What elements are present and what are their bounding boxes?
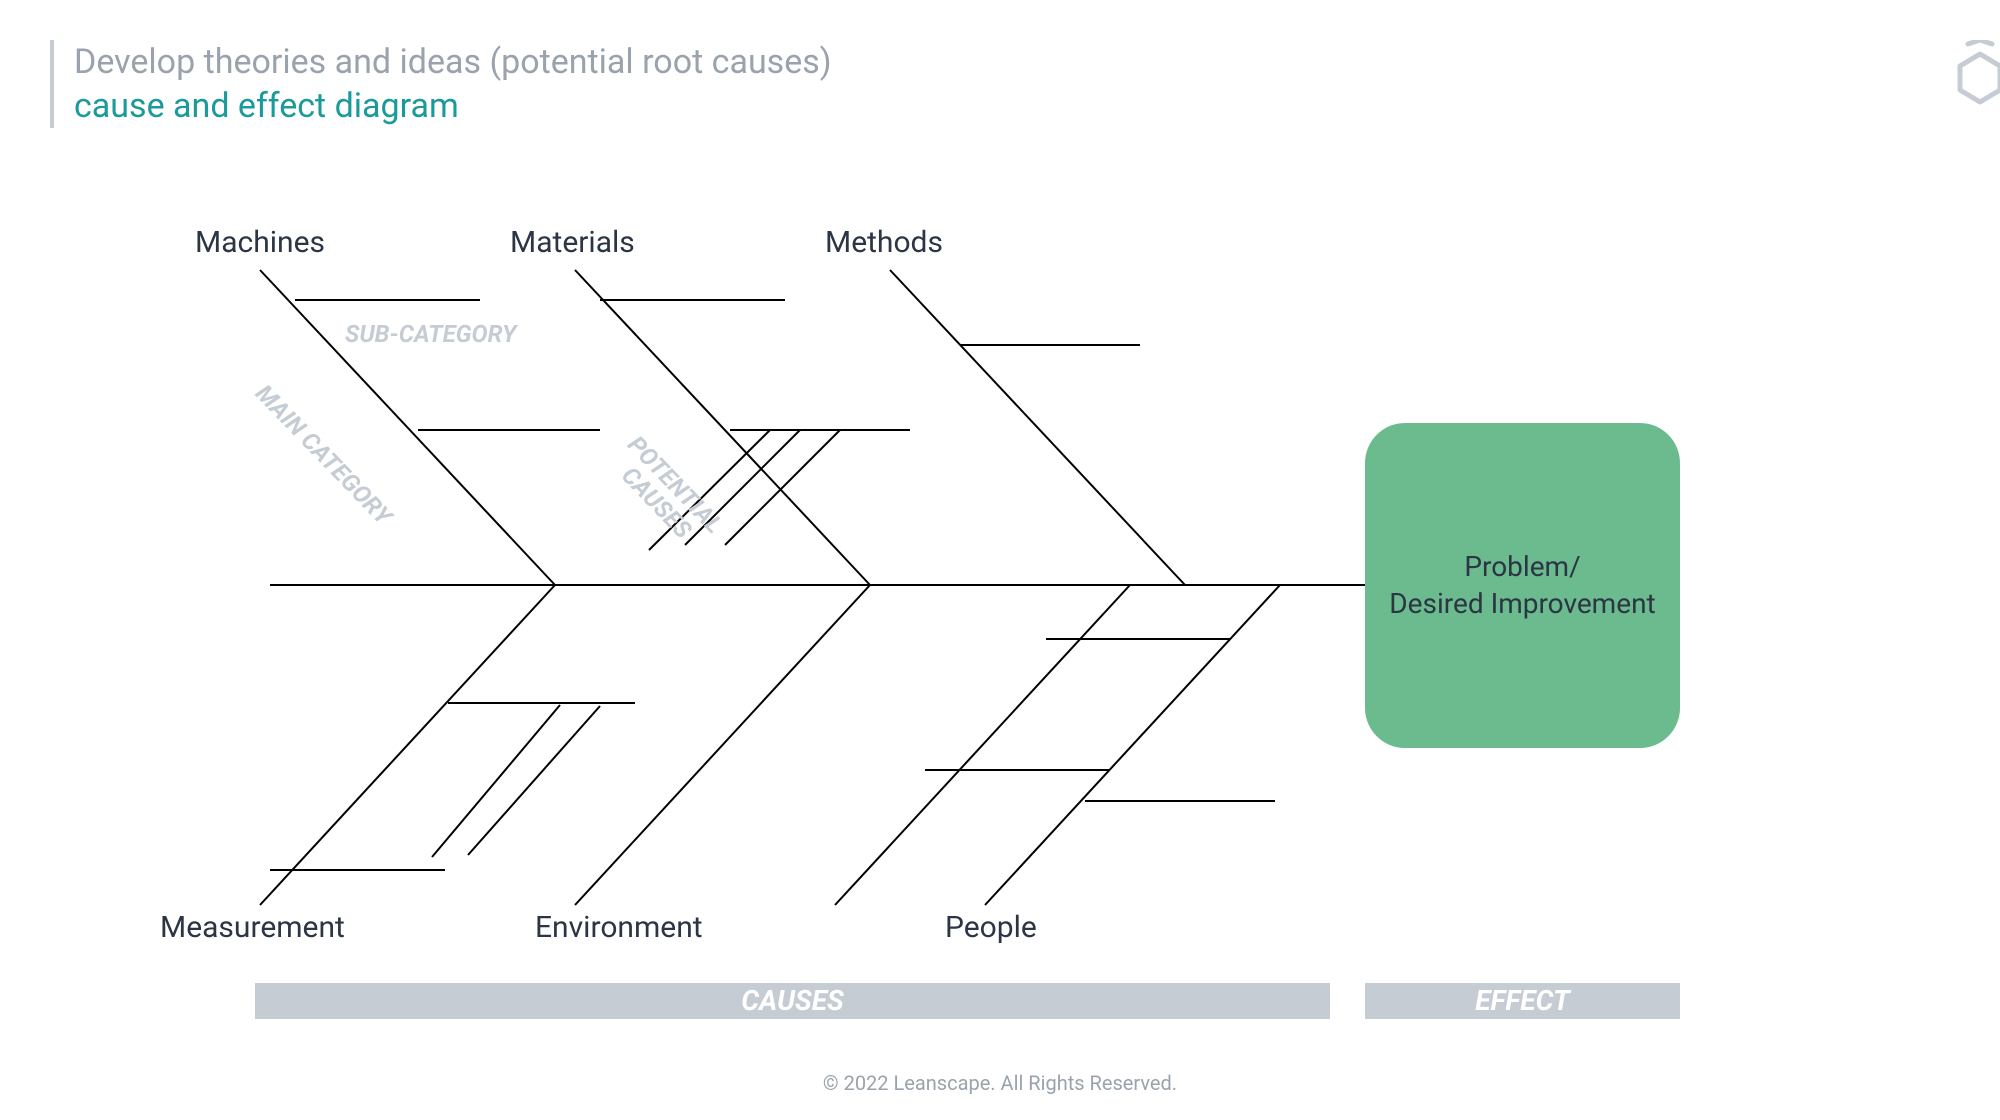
footer-copyright: © 2022 Leanscape. All Rights Reserved.	[0, 1071, 2000, 1095]
category-materials: Materials	[510, 225, 635, 260]
fishbone-diagram: Machines Materials Methods Measurement E…	[0, 0, 2000, 1120]
fishbone-svg	[0, 0, 2000, 1120]
annotation-sub-category: SUB-CATEGORY	[345, 320, 516, 348]
effect-box: Problem/ Desired Improvement	[1365, 423, 1680, 748]
section-causes: CAUSES	[255, 983, 1330, 1019]
category-methods: Methods	[825, 225, 943, 260]
section-effect: EFFECT	[1365, 983, 1680, 1019]
category-environment: Environment	[535, 910, 703, 945]
category-machines: Machines	[195, 225, 325, 260]
effect-text: Problem/ Desired Improvement	[1389, 549, 1655, 622]
category-measurement: Measurement	[160, 910, 345, 945]
category-people: People	[945, 910, 1037, 945]
